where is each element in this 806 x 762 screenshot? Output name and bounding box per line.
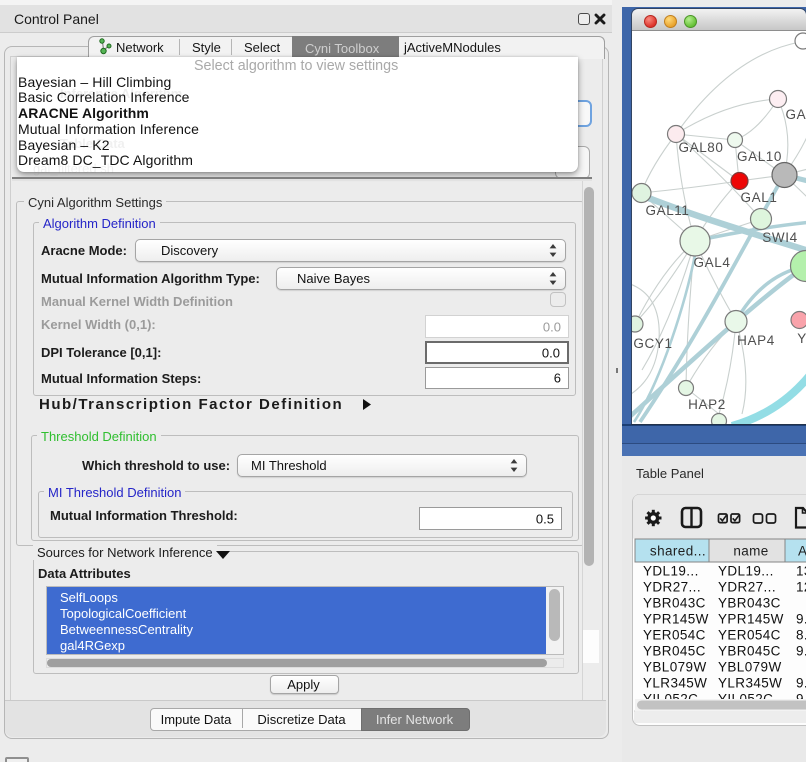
svg-text:GAL10: GAL10 [737, 149, 782, 164]
svg-text:9.: 9. [796, 676, 806, 691]
svg-text:13: 13 [796, 564, 806, 579]
svg-text:HAP4: HAP4 [737, 333, 775, 348]
svg-text:YER054C: YER054C [718, 628, 781, 643]
svg-text:9.: 9. [796, 612, 806, 627]
svg-text:GAL11: GAL11 [645, 203, 689, 218]
svg-text:YPR145W: YPR145W [643, 612, 709, 627]
svg-text:YDR27...: YDR27... [718, 580, 776, 595]
svg-text:YLR345W: YLR345W [643, 676, 707, 691]
svg-text:12: 12 [796, 580, 806, 595]
svg-text:YDL19...: YDL19... [643, 564, 699, 579]
svg-text:YLR345W: YLR345W [718, 676, 782, 691]
svg-text:GAL80: GAL80 [678, 140, 723, 155]
svg-text:YM: YM [797, 331, 806, 346]
svg-text:YDR27...: YDR27... [643, 580, 701, 595]
svg-text:YDL19...: YDL19... [718, 564, 774, 579]
svg-text:shared...: shared... [650, 544, 706, 559]
svg-text:YPR145W: YPR145W [718, 612, 784, 627]
svg-text:SWI4: SWI4 [762, 230, 797, 245]
svg-text:GAL1: GAL1 [741, 190, 778, 205]
svg-text:8.: 8. [796, 628, 806, 643]
svg-text:GAL7: GAL7 [786, 107, 806, 122]
svg-text:9.: 9. [796, 644, 806, 659]
svg-text:HAP2: HAP2 [688, 397, 726, 412]
svg-text:YBL079W: YBL079W [718, 660, 782, 675]
svg-text:GCY1: GCY1 [633, 336, 672, 351]
svg-text:YBR043C: YBR043C [643, 596, 706, 611]
svg-text:YBR043C: YBR043C [718, 596, 781, 611]
svg-text:YBL079W: YBL079W [643, 660, 707, 675]
svg-text:YBR045C: YBR045C [718, 644, 781, 659]
svg-text:YBR045C: YBR045C [643, 644, 706, 659]
svg-text:name: name [733, 544, 768, 559]
svg-text:A: A [798, 544, 806, 559]
svg-text:YER054C: YER054C [643, 628, 706, 643]
svg-text:GAL4: GAL4 [694, 255, 731, 270]
